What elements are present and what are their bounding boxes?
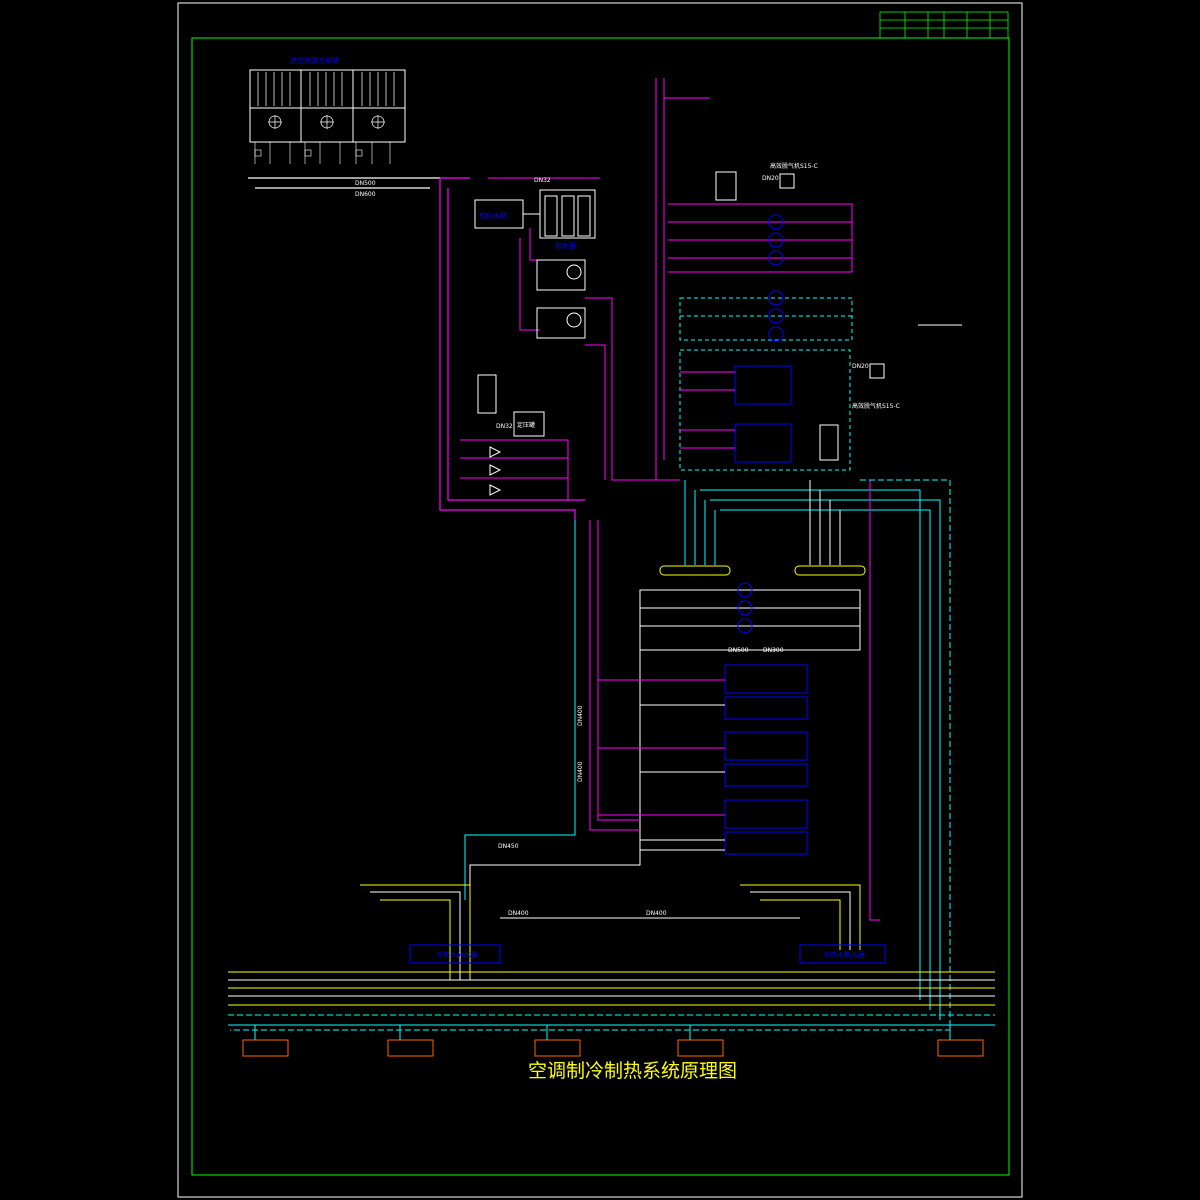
expansion-pump-group	[460, 374, 569, 500]
cooling-towers	[249, 69, 406, 164]
expansion-tank-label: 定压罐	[517, 421, 535, 429]
pipe-label-dn500-a: DN500	[355, 180, 376, 187]
bottom-headers	[409, 944, 886, 964]
cooling-tower-label: 逆流方圆冷却塔	[290, 56, 339, 65]
pipe-label-dn600-a: DN600	[355, 191, 376, 198]
makeup-tank-label: 软化水箱	[479, 211, 507, 220]
exhaust-label-2: 高效脱气机S15-C	[852, 402, 900, 410]
pipe-label-dn450: DN450	[498, 843, 519, 850]
system-schematic: 逆流方圆冷却塔 DN500 DN600 软化水箱 软水器 DN32 定压罐 DN…	[177, 2, 1023, 1198]
cooling-water-pipes	[248, 177, 585, 520]
softener-label: 软水器	[555, 241, 576, 250]
pipe-label-dn32-b: DN32	[496, 423, 513, 430]
outer-frame	[177, 2, 1023, 1198]
main-distribution-pipes	[228, 971, 995, 1026]
pipe-label-dn400-a: DN400	[577, 705, 584, 726]
title-block	[879, 11, 1009, 39]
pipe-label-dn500-b: DN500	[728, 647, 749, 654]
pipe-label-dn300-a: DN300	[763, 647, 784, 654]
inner-frame	[191, 37, 1010, 1176]
supply-header-label: 冷热水分水器	[436, 950, 478, 959]
return-header-label: 冷热水集水器	[823, 950, 865, 959]
drawing-title: 空调制冷制热系统原理图	[528, 1060, 737, 1082]
lower-distribution	[360, 520, 861, 980]
mid-headers	[659, 565, 866, 576]
pipe-label-dn20-b: DN20	[852, 363, 869, 370]
chiller-bank	[589, 520, 808, 855]
mid-pump-group	[639, 582, 861, 651]
pipe-label-dn32-a: DN32	[534, 177, 551, 184]
pipe-label-dn400-b: DN400	[577, 761, 584, 782]
pipe-label-dn400-c: DN400	[508, 910, 529, 917]
exhaust-label-1: 高效脱气机S15-C	[770, 162, 818, 170]
water-treatment	[474, 177, 600, 331]
pipe-label-dn20-a: DN20	[762, 175, 779, 182]
upper-right-pump-group	[655, 78, 962, 480]
dosing-units	[536, 259, 680, 481]
pipe-label-dn400-d: DN400	[646, 910, 667, 917]
